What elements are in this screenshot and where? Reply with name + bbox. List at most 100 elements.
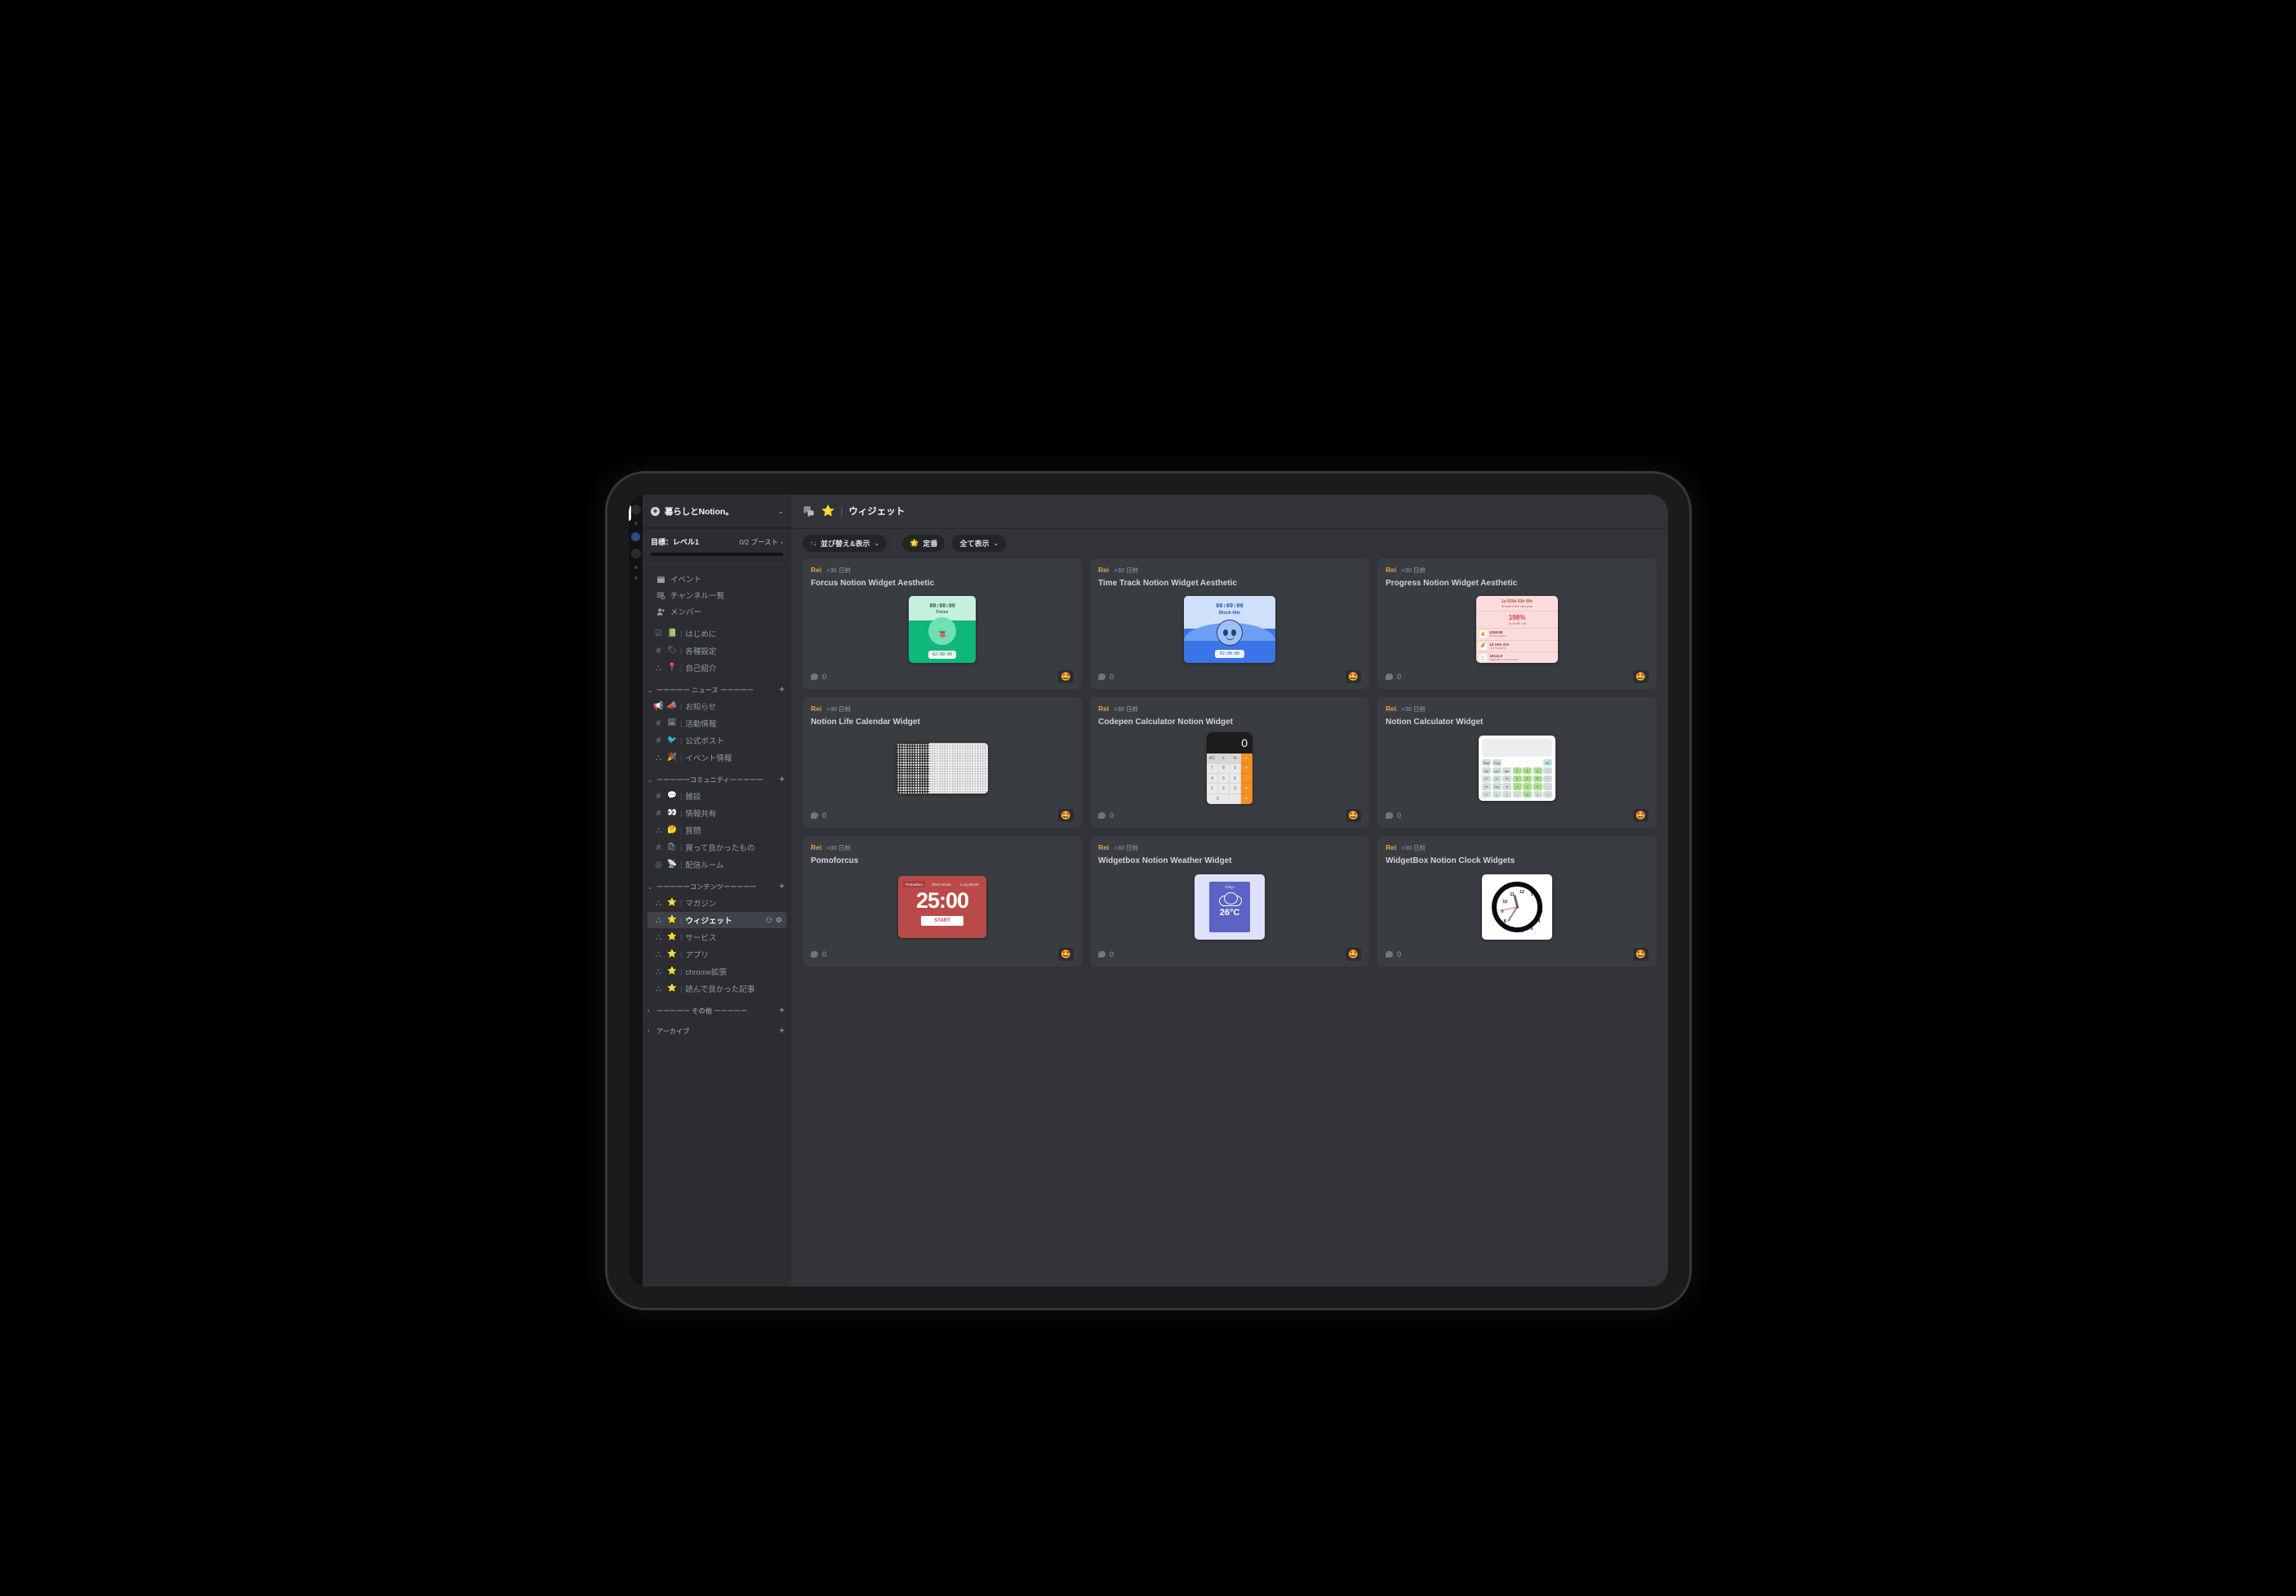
- forum-post-card[interactable]: Rei >30 日前 Time Track Notion Widget Aesthe…: [1090, 558, 1369, 689]
- channel-category-contents[interactable]: ⌄ ーーーーーコンテンツーーーーー +: [643, 874, 791, 894]
- forum-post-card[interactable]: Rei >30 日前 Codepen Calculator Notion Widge…: [1090, 697, 1369, 828]
- calendar-icon: [656, 575, 665, 584]
- add-channel-icon[interactable]: +: [779, 1007, 785, 1016]
- channel-topbar: ⭐ | ウィジェット: [791, 495, 1668, 528]
- sidebar-item-members[interactable]: メンバー: [647, 603, 786, 620]
- tag-filter-teiban[interactable]: 🌟 定番: [902, 535, 946, 552]
- sidebar-channel-買って良かったもの[interactable]: # 🛍 | 買って良かったもの: [647, 839, 786, 856]
- sidebar-channel-アプリ[interactable]: ⛬ ⭐ | アプリ: [647, 946, 786, 962]
- sidebar-channel-自己紹介[interactable]: ⛬ 📍 | 自己紹介: [647, 660, 786, 676]
- sidebar-channel-サービス[interactable]: ⛬ ⭐ | サービス: [647, 929, 786, 945]
- reaction-button[interactable]: 🤩: [1633, 948, 1649, 961]
- tablet-screen: ◈ 暮らしとNotion。 ⌄ 目標：レベル1 0/2 ブースト › イベント …: [629, 495, 1668, 1287]
- channel-name: 活動情報: [685, 720, 717, 729]
- channel-type-forum-icon: ⛬: [656, 967, 661, 976]
- invite-icon[interactable]: ⚇: [766, 916, 772, 925]
- comment-count[interactable]: 0: [811, 811, 826, 820]
- sidebar-channel-各種設定[interactable]: # 🏷 | 各種設定: [647, 642, 786, 659]
- comment-count[interactable]: 0: [1386, 811, 1401, 820]
- channel-category-news[interactable]: ⌄ ーーーーー ニュース ーーーーー +: [643, 677, 791, 697]
- sidebar-channel-ウィジェット[interactable]: ⛬ ⭐ | ウィジェット ⚇ ⚙: [647, 912, 786, 928]
- channel-name-separator: |: [680, 967, 683, 976]
- forum-post-grid[interactable]: Rei >30 日前 Forcus Notion Widget Aesthetic 0…: [791, 558, 1668, 1287]
- chevron-down-icon[interactable]: ⌄: [777, 507, 784, 515]
- star-emoji-icon: ⭐: [821, 505, 835, 517]
- comment-count[interactable]: 0: [1386, 950, 1401, 958]
- boost-progress-block[interactable]: 目標：レベル1 0/2 ブースト ›: [643, 528, 791, 564]
- reaction-button[interactable]: 🤩: [1058, 948, 1074, 961]
- thumbnail-progress-widget: 1y 026d 03h 09s Smoke Free one year 198% 1y…: [1476, 596, 1558, 664]
- add-channel-icon[interactable]: +: [779, 686, 785, 695]
- channel-category-community[interactable]: ⌄ ーーーーーコミュニティーーーーー +: [643, 767, 791, 787]
- add-channel-icon[interactable]: +: [779, 1027, 785, 1036]
- comment-count[interactable]: 0: [811, 673, 826, 681]
- channel-name: 情報共有: [685, 810, 717, 819]
- sidebar-channel-配信ルーム[interactable]: ◎ 📡 | 配信ルーム: [647, 856, 786, 873]
- comment-count[interactable]: 0: [1386, 673, 1401, 681]
- channel-category-archive[interactable]: › アーカイブ +: [643, 1018, 791, 1038]
- comment-count[interactable]: 0: [1098, 950, 1114, 958]
- channel-emoji-icon: ⭐: [667, 984, 677, 994]
- server-icon-1[interactable]: [630, 505, 641, 514]
- sidebar-channel-読んで良かった記事[interactable]: ⛬ ⭐ | 読んで良かった記事: [647, 980, 786, 997]
- comment-count-value: 0: [822, 673, 827, 681]
- sidebar-channel-活動情報[interactable]: # 🗓 | 活動情報: [647, 715, 786, 731]
- server-rail[interactable]: [629, 495, 643, 1287]
- forum-post-card[interactable]: Rei >30 日前 Forcus Notion Widget Aesthetic 0…: [803, 558, 1082, 689]
- sidebar-item-channel-list[interactable]: チャンネル一覧: [647, 587, 786, 603]
- boost-count[interactable]: 0/2 ブースト ›: [739, 537, 783, 547]
- channel-emoji-icon: 📡: [667, 860, 677, 869]
- forum-post-card[interactable]: Rei >30 日前 Progress Notion Widget Aestheti…: [1377, 558, 1657, 689]
- reaction-button[interactable]: 🤩: [1633, 670, 1649, 683]
- sidebar-channel-イベント情報[interactable]: ⛬ 🎉 | イベント情報: [647, 749, 786, 766]
- post-footer: 0 🤩: [811, 948, 1074, 961]
- sidebar-item-events[interactable]: イベント: [647, 571, 786, 587]
- sidebar-channel-雑談[interactable]: # 💬 | 雑談: [647, 788, 786, 804]
- guild-header[interactable]: ◈ 暮らしとNotion。 ⌄: [643, 495, 791, 528]
- reaction-button[interactable]: 🤩: [1346, 948, 1361, 961]
- comment-count[interactable]: 0: [1098, 673, 1114, 681]
- reaction-button[interactable]: 🤩: [1058, 670, 1074, 683]
- forum-post-card[interactable]: Rei >30 日前 Pomoforcus Pomodoro Short Break Lo…: [803, 836, 1082, 967]
- channel-category-other[interactable]: › ーーーーー その他 ーーーーー +: [643, 998, 791, 1018]
- forum-post-card[interactable]: Rei >30 日前 WidgetBox Notion Clock Widgets 1…: [1377, 836, 1657, 967]
- sidebar-channel-はじめに[interactable]: ☑ 📗 | はじめに: [647, 625, 786, 642]
- server-icon-4[interactable]: [630, 549, 641, 558]
- channel-actions[interactable]: ⚇ ⚙: [766, 916, 782, 925]
- reaction-button[interactable]: 🤩: [1633, 809, 1649, 822]
- channel-group-list[interactable]: ☑ 📗 | はじめに # 🏷 | 各種設定 ⛬ 📍 | 自己紹介 ⌄ ーーーーー ニュース ーーーーー + 📢…: [643, 625, 791, 1287]
- post-timestamp: >30 日前: [826, 844, 852, 851]
- sidebar-channel-情報共有[interactable]: # 👀 | 情報共有: [647, 805, 786, 821]
- forum-post-card[interactable]: Rei >30 日前 Widgetbox Notion Weather Widget…: [1090, 836, 1369, 967]
- reaction-button[interactable]: 🤩: [1058, 809, 1074, 822]
- sort-and-view-button[interactable]: ↑↓ 並び替え&表示 ⌄: [803, 535, 888, 552]
- thumbnail-calculator-widget: 0 AC ±% ÷ 7 8 9 × 4 5 6−1 2 3 +0. =: [1207, 732, 1253, 805]
- server-icon-6[interactable]: [634, 576, 638, 580]
- boost-count-label: 0/2 ブースト: [739, 537, 779, 546]
- sidebar-channel-chrome拡張[interactable]: ⛬ ⭐ | chrome拡張: [647, 963, 786, 980]
- sidebar-channel-質問[interactable]: ⛬ 🤔 | 質問: [647, 822, 786, 838]
- comment-count[interactable]: 0: [811, 950, 826, 958]
- sidebar-channel-公式ポスト[interactable]: # 🐦 | 公式ポスト: [647, 732, 786, 749]
- sidebar-channel-マガジン[interactable]: ⛬ ⭐ | マガジン: [647, 895, 786, 911]
- add-channel-icon[interactable]: +: [779, 882, 785, 891]
- reaction-button[interactable]: 🤩: [1346, 809, 1361, 822]
- comment-count-value: 0: [1110, 950, 1115, 958]
- settings-gear-icon[interactable]: ⚙: [776, 916, 782, 925]
- server-icon-2[interactable]: [634, 522, 638, 525]
- reaction-button[interactable]: 🤩: [1346, 670, 1361, 683]
- post-thumbnail: Pomodoro Short Break Long Break 25:00 START: [811, 870, 1074, 945]
- add-channel-icon[interactable]: +: [779, 776, 785, 785]
- post-title: Forcus Notion Widget Aesthetic: [811, 579, 935, 588]
- post-timestamp: >30 日前: [1401, 705, 1426, 713]
- sidebar-channel-お知らせ[interactable]: 📢 📣 | お知らせ: [647, 698, 786, 714]
- server-icon-3[interactable]: [631, 532, 640, 541]
- channel-sidebar: ◈ 暮らしとNotion。 ⌄ 目標：レベル1 0/2 ブースト › イベント …: [643, 495, 791, 1287]
- server-icon-5[interactable]: [634, 566, 638, 569]
- forum-post-card[interactable]: Rei >30 日前 Notion Life Calendar Widget 0 🤩: [803, 697, 1082, 828]
- comment-count[interactable]: 0: [1098, 811, 1114, 820]
- channel-emoji-icon: ⭐: [667, 915, 677, 925]
- forum-post-card[interactable]: Rei >30 日前 Notion Calculator Widget Rad Deg A…: [1377, 697, 1657, 828]
- chevron-down-icon: ⌄: [993, 540, 999, 547]
- show-all-filter-button[interactable]: 全て表示 ⌄: [952, 535, 1007, 552]
